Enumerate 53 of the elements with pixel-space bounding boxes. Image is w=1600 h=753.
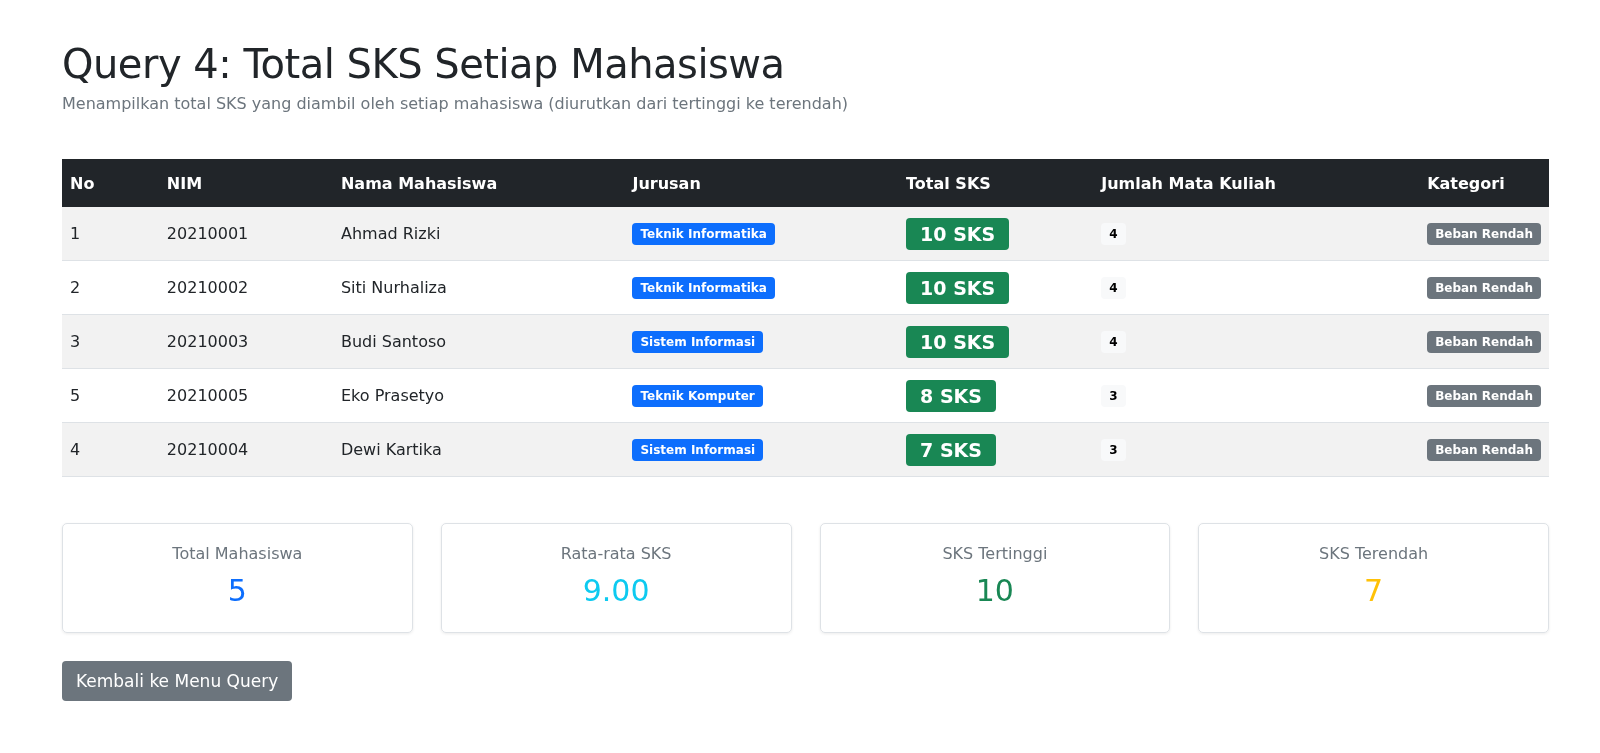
table-cell: 4	[70, 440, 81, 459]
sks-badge: 7 SKS	[906, 433, 996, 466]
table-cell: 3	[70, 332, 81, 351]
major-badge: Teknik Komputer	[632, 384, 763, 407]
category-badge: Beban Rendah	[1427, 384, 1541, 407]
course-count-badge: 3	[1101, 384, 1126, 407]
table-cell: Siti Nurhaliza	[340, 278, 447, 297]
course-count-badge: 4	[1101, 276, 1126, 299]
column-header: No	[62, 159, 159, 207]
sks-badge: 10 SKS	[906, 271, 1010, 304]
table-cell: 2	[70, 278, 81, 297]
table-cell: Dewi Kartika	[340, 440, 442, 459]
table-cell: 20210005	[166, 386, 249, 405]
course-count-badge: 3	[1101, 438, 1126, 461]
sks-badge: 10 SKS	[906, 217, 1010, 250]
category-badge: Beban Rendah	[1427, 438, 1541, 461]
major-badge: Sistem Informasi	[632, 330, 764, 353]
back-button[interactable]: Kembali ke Menu Query	[62, 661, 293, 701]
course-count-badge: 4	[1101, 330, 1126, 353]
major-badge: Teknik Informatika	[632, 276, 775, 299]
page-title: Query 4: Total SKS Setiap Mahasiswa	[62, 40, 786, 88]
table-cell: 20210004	[166, 440, 249, 459]
category-badge: Beban Rendah	[1427, 222, 1541, 245]
stat-label: Total Mahasiswa	[172, 544, 303, 563]
column-header: Nama Mahasiswa	[332, 159, 625, 207]
page-subtitle: Menampilkan total SKS yang diambil oleh setiap mahasiswa (diurutkan dari tertinggi ke terendah)	[62, 94, 850, 113]
table-cell: Eko Prasetyo	[340, 386, 445, 405]
column-header: Jurusan	[624, 159, 899, 207]
course-count-badge: 4	[1101, 222, 1126, 245]
stat-label: SKS Terendah	[1319, 544, 1429, 563]
category-badge: Beban Rendah	[1427, 276, 1541, 299]
table-cell: 5	[70, 386, 81, 405]
column-header: Jumlah Mata Kuliah	[1093, 159, 1420, 207]
table-cell: 20210003	[166, 332, 249, 351]
sks-badge: 8 SKS	[906, 379, 996, 412]
sks-badge: 10 SKS	[906, 325, 1010, 358]
major-badge: Sistem Informasi	[632, 438, 764, 461]
stat-value: 9.00	[582, 573, 650, 608]
stat-label: Rata-rata SKS	[560, 544, 672, 563]
stat-label: SKS Tertinggi	[942, 544, 1048, 563]
table-cell: 20210002	[166, 278, 249, 297]
column-header: Total SKS	[898, 159, 1094, 207]
table-cell: Ahmad Rizki	[340, 224, 441, 243]
category-badge: Beban Rendah	[1427, 330, 1541, 353]
column-header: NIM	[158, 159, 333, 207]
stat-value: 5	[227, 573, 247, 608]
table-cell: 20210001	[166, 224, 249, 243]
stat-value: 7	[1364, 573, 1384, 608]
column-header: Kategori	[1419, 159, 1549, 207]
stat-value: 10	[975, 573, 1014, 608]
major-badge: Teknik Informatika	[632, 222, 775, 245]
table-cell: Budi Santoso	[340, 332, 447, 351]
table-cell: 1	[70, 224, 81, 243]
